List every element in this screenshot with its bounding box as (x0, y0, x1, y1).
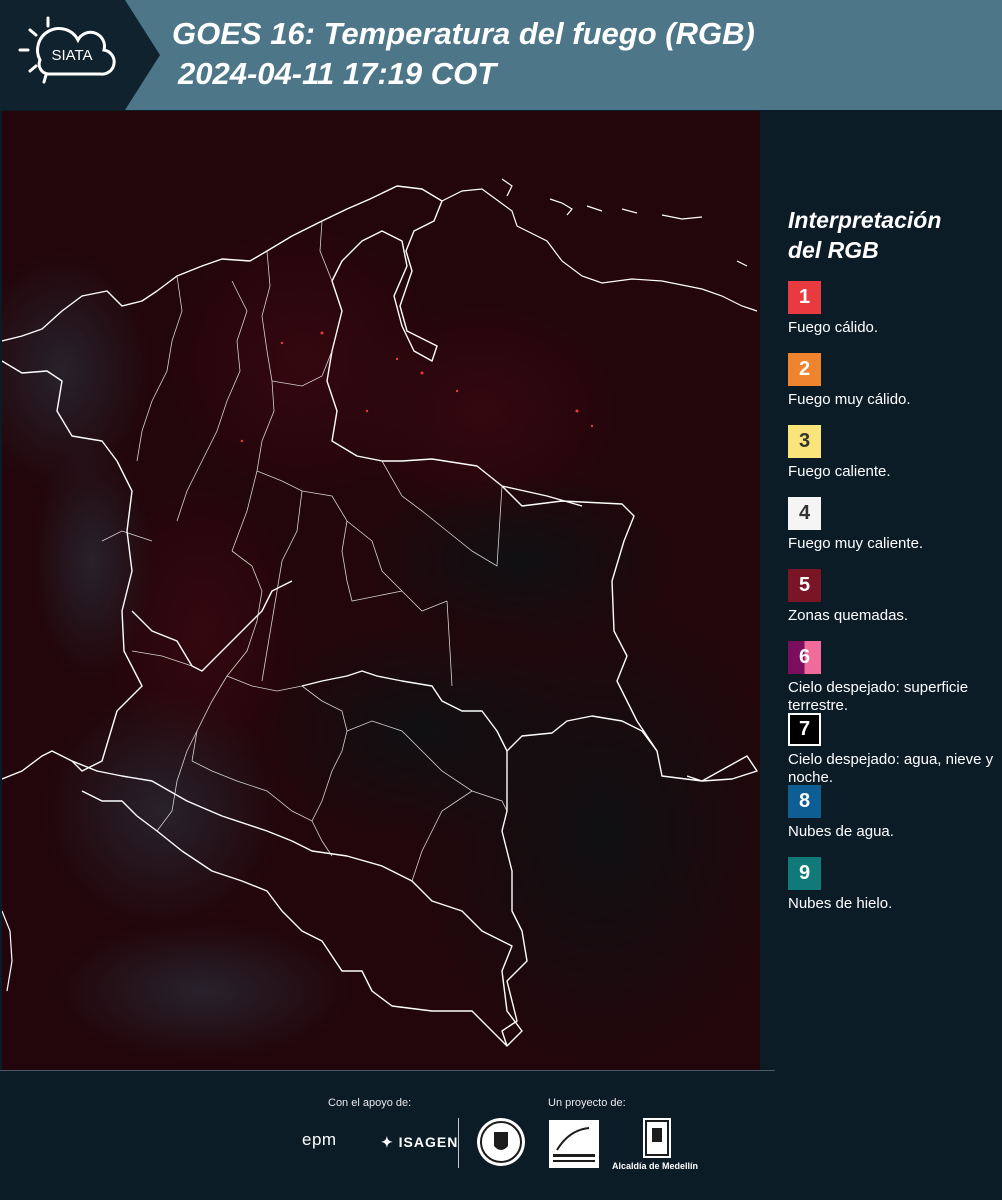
legend-swatch: 4 (788, 497, 821, 530)
legend-swatch: 6 (788, 641, 821, 674)
legend-swatch: 8 (788, 785, 821, 818)
legend-label: Nubes de agua. (788, 823, 894, 840)
satellite-map (2, 111, 760, 1070)
siata-logo: SIATA (0, 0, 160, 110)
legend-item-4: 4 Fuego muy caliente. (788, 497, 998, 569)
legend-label: Fuego muy caliente. (788, 535, 924, 552)
area-metropolitana-logo (549, 1120, 599, 1168)
cloud-region (32, 441, 152, 681)
rgb-legend: Interpretación del RGB 1 Fuego cálido. 2… (788, 205, 998, 929)
legend-item-7: 7 Cielo despejado: agua, nieve y noche. (788, 713, 998, 786)
isagen-logo: ✦ ISAGEN (381, 1134, 458, 1151)
legend-label: Fuego caliente. (788, 463, 891, 480)
legend-item-1: 1 Fuego cálido. (788, 281, 998, 353)
legend-item-9: 9 Nubes de hielo. (788, 857, 998, 929)
legend-swatch: 2 (788, 353, 821, 386)
legend-swatch: 7 (788, 713, 821, 746)
legend-swatch: 9 (788, 857, 821, 890)
support-label: Con el apoyo de: (328, 1097, 412, 1109)
isagen-label: ISAGEN (398, 1134, 459, 1150)
burned-region (342, 301, 622, 521)
footer-divider (0, 1070, 775, 1071)
medellin-crest-icon (643, 1118, 671, 1158)
legend-item-8: 8 Nubes de agua. (788, 785, 998, 857)
svg-text:SIATA: SIATA (51, 47, 92, 64)
legend-label: Cielo despejado: agua, nieve y noche. (788, 751, 994, 786)
footer-separator (458, 1118, 459, 1168)
university-seal-icon (477, 1118, 525, 1166)
legend-label: Nubes de hielo. (788, 895, 893, 912)
legend-label: Zonas quemadas. (788, 607, 909, 624)
legend-item-3: 3 Fuego caliente. (788, 425, 998, 497)
cloud-region (52, 921, 352, 1061)
legend-swatch: 1 (788, 281, 821, 314)
cloud-region (42, 691, 282, 931)
alcaldia-label: Alcaldía de Medellín (612, 1161, 699, 1171)
legend-item-5: 5 Zonas quemadas. (788, 569, 998, 641)
project-label: Un proyecto de: (548, 1097, 626, 1109)
legend-title-line-1: Interpretación (788, 207, 942, 233)
legend-label: Cielo despejado: superficie terrestre. (788, 679, 969, 714)
dark-cloud-region (262, 621, 582, 841)
title-line-1: GOES 16: Temperatura del fuego (RGB) (172, 16, 755, 51)
legend-swatch: 3 (788, 425, 821, 458)
page-title: GOES 16: Temperatura del fuego (RGB) 202… (172, 14, 755, 94)
legend-item-6: 6 Cielo despejado: superficie terrestre. (788, 641, 998, 714)
title-line-2: 2024-04-11 17:19 COT (178, 56, 497, 91)
legend-label: Fuego cálido. (788, 319, 879, 336)
isagen-icon: ✦ (381, 1134, 394, 1150)
header-bar: SIATA GOES 16: Temperatura del fuego (RG… (0, 0, 1002, 110)
legend-swatch: 5 (788, 569, 821, 602)
legend-label: Fuego muy cálido. (788, 391, 911, 408)
legend-item-2: 2 Fuego muy cálido. (788, 353, 998, 425)
epm-logo: epm (302, 1130, 337, 1149)
legend-title: Interpretación del RGB (788, 205, 998, 265)
legend-title-line-2: del RGB (788, 237, 879, 263)
